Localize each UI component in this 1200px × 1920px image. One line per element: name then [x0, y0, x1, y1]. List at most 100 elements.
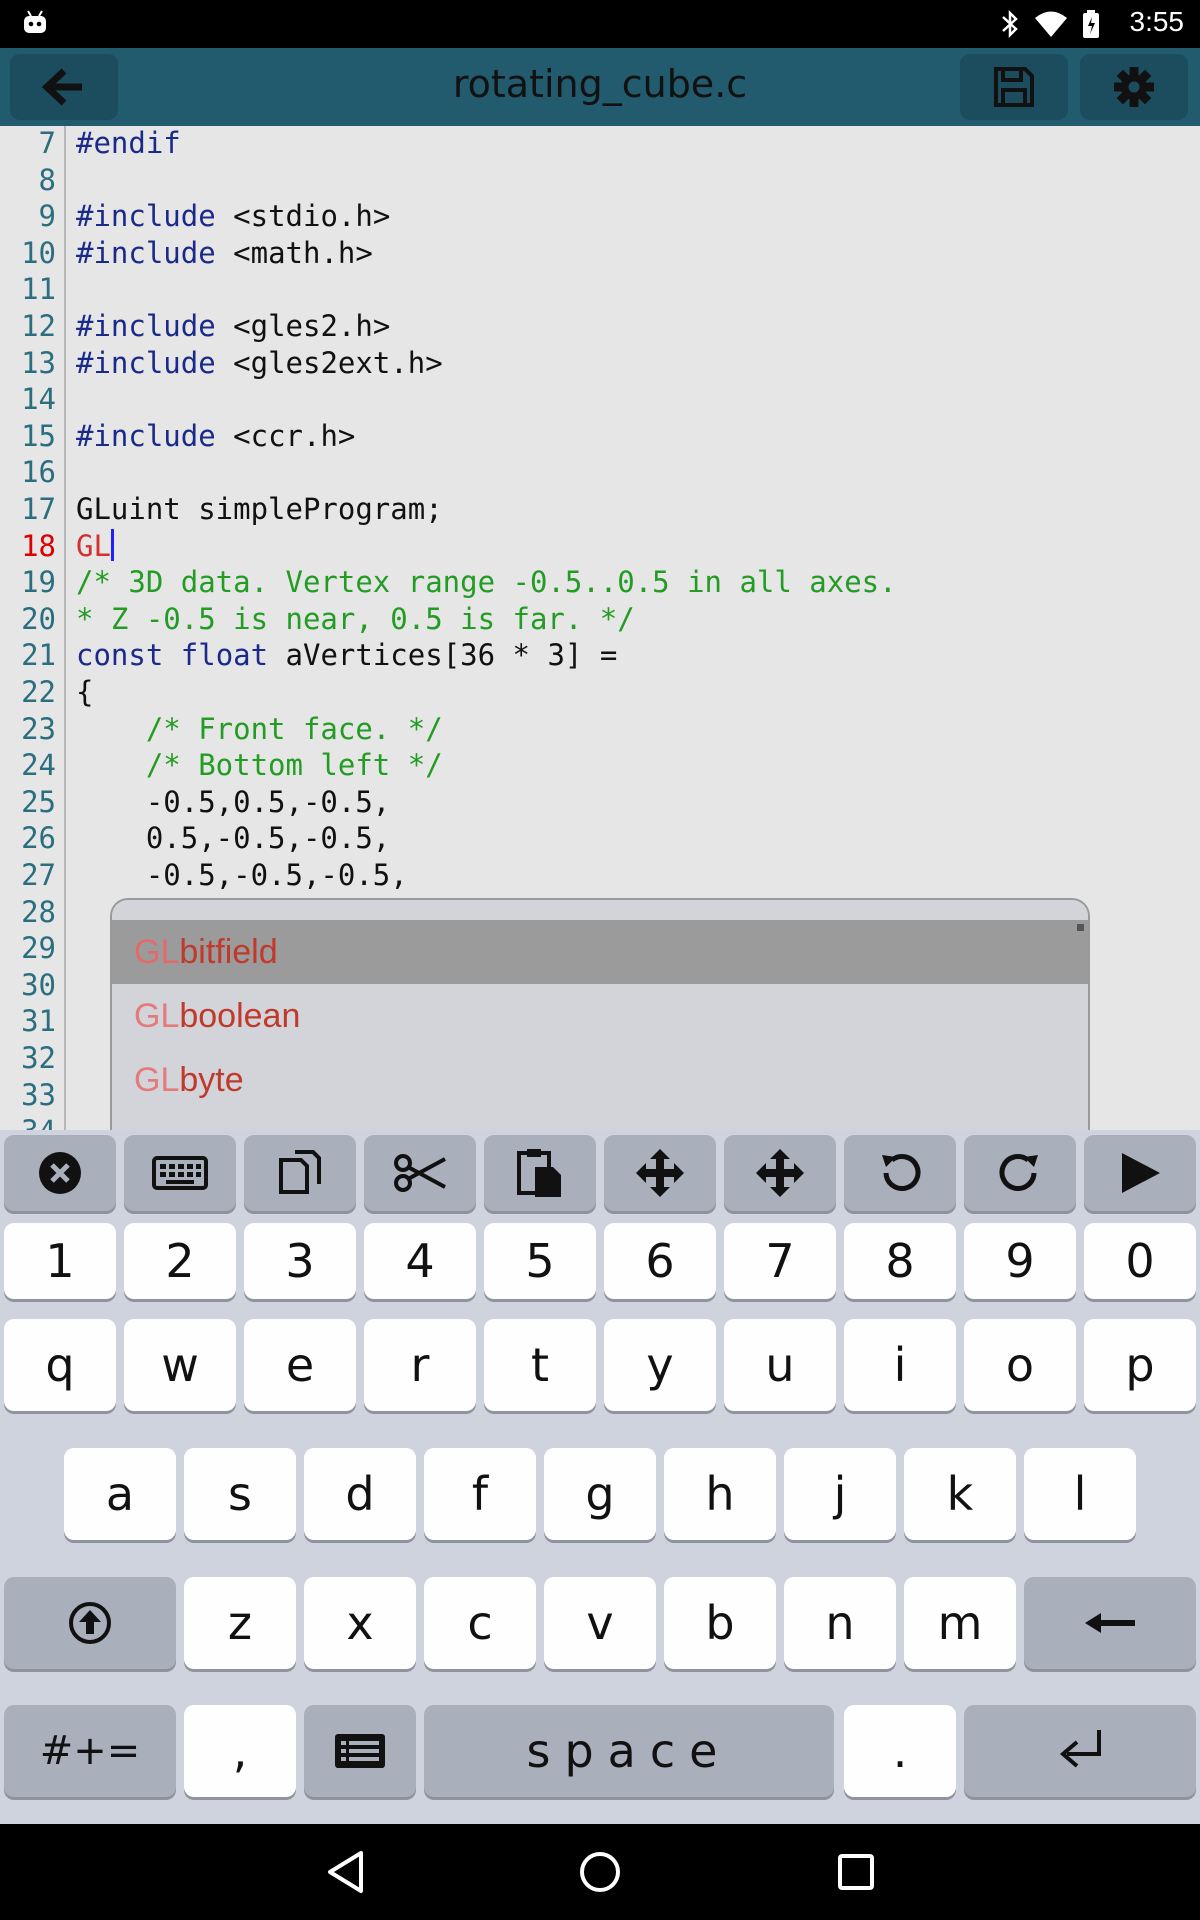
line-number: 27: [21, 858, 56, 892]
code-line[interactable]: /* 3D data. Vertex range -0.5..0.5 in al…: [76, 565, 897, 599]
key-k[interactable]: k: [904, 1448, 1016, 1540]
move-key[interactable]: [604, 1135, 716, 1211]
key-y[interactable]: y: [604, 1319, 716, 1411]
recents-nav-icon[interactable]: [836, 1852, 876, 1892]
code-line[interactable]: -0.5,0.5,-0.5,: [76, 785, 390, 819]
key-l[interactable]: l: [1024, 1448, 1136, 1540]
key-label: r: [410, 1338, 430, 1392]
key-0[interactable]: 0: [1084, 1223, 1196, 1299]
copy-key[interactable]: [244, 1135, 356, 1211]
key-comma[interactable]: ,: [184, 1705, 296, 1797]
key-m[interactable]: m: [904, 1577, 1016, 1669]
backspace-key[interactable]: [1024, 1577, 1196, 1669]
keyboard-key[interactable]: [124, 1135, 236, 1211]
space-key[interactable]: space: [424, 1705, 834, 1797]
run-icon: [1122, 1153, 1160, 1193]
key-d[interactable]: d: [304, 1448, 416, 1540]
code-line[interactable]: #include <math.h>: [76, 236, 373, 270]
key-a[interactable]: a: [64, 1448, 176, 1540]
key-label: 3: [285, 1234, 315, 1288]
redo-key[interactable]: [964, 1135, 1076, 1211]
code-line[interactable]: GLuint simpleProgram;: [76, 492, 443, 526]
key-g[interactable]: g: [544, 1448, 656, 1540]
paste-key[interactable]: [484, 1135, 596, 1211]
key-period[interactable]: .: [844, 1705, 956, 1797]
code-line[interactable]: #endif: [76, 126, 181, 160]
settings-button[interactable]: [1080, 54, 1188, 120]
line-number: 19: [21, 565, 56, 600]
key-label: t: [530, 1338, 550, 1392]
key-r[interactable]: r: [364, 1319, 476, 1411]
key-u[interactable]: u: [724, 1319, 836, 1411]
key-1[interactable]: 1: [4, 1223, 116, 1299]
code-line[interactable]: const float aVertices[36 * 3] =: [76, 638, 617, 672]
key-8[interactable]: 8: [844, 1223, 956, 1299]
shift-icon: [69, 1602, 111, 1644]
key-p[interactable]: p: [1084, 1319, 1196, 1411]
key-h[interactable]: h: [664, 1448, 776, 1540]
line-number: 16: [21, 455, 56, 490]
key-n[interactable]: n: [784, 1577, 896, 1669]
back-button[interactable]: [10, 54, 118, 120]
key-w[interactable]: w: [124, 1319, 236, 1411]
suggestion-item[interactable]: GLbitfield: [112, 920, 1088, 984]
key-3[interactable]: 3: [244, 1223, 356, 1299]
code-line[interactable]: /* Bottom left */: [76, 748, 443, 782]
key-t[interactable]: t: [484, 1319, 596, 1411]
code-line[interactable]: #include <stdio.h>: [76, 199, 390, 233]
code-line[interactable]: #include <gles2ext.h>: [76, 346, 443, 380]
suggestion-item[interactable]: GLbyte: [112, 1048, 1088, 1112]
suggestion-item[interactable]: GLboolean: [112, 984, 1088, 1048]
close-key[interactable]: [4, 1135, 116, 1211]
key-9[interactable]: 9: [964, 1223, 1076, 1299]
save-button[interactable]: [960, 54, 1068, 120]
key-v[interactable]: v: [544, 1577, 656, 1669]
status-bar: 3:55: [0, 0, 1200, 48]
code-line[interactable]: -0.5,-0.5,-0.5,: [76, 858, 408, 892]
key-z[interactable]: z: [184, 1577, 296, 1669]
gear-icon: [1114, 67, 1154, 107]
code-line[interactable]: 0.5,-0.5,-0.5,: [76, 821, 390, 855]
key-f[interactable]: f: [424, 1448, 536, 1540]
code-token: <gles2.h>: [215, 309, 391, 343]
code-line[interactable]: GL: [76, 528, 114, 563]
key-b[interactable]: b: [664, 1577, 776, 1669]
key-4[interactable]: 4: [364, 1223, 476, 1299]
undo-key[interactable]: [844, 1135, 956, 1211]
key-2[interactable]: 2: [124, 1223, 236, 1299]
key-7[interactable]: 7: [724, 1223, 836, 1299]
code-token: aVertices[36 * 3] =: [268, 638, 618, 673]
key-q[interactable]: q: [4, 1319, 116, 1411]
line-number: 11: [21, 272, 56, 307]
key-s[interactable]: s: [184, 1448, 296, 1540]
key-5[interactable]: 5: [484, 1223, 596, 1299]
key-x[interactable]: x: [304, 1577, 416, 1669]
key-i[interactable]: i: [844, 1319, 956, 1411]
code-line[interactable]: * Z -0.5 is near, 0.5 is far. */: [76, 602, 635, 636]
keyboard-switch-key[interactable]: [304, 1705, 416, 1797]
key-j[interactable]: j: [784, 1448, 896, 1540]
code-line[interactable]: #include <ccr.h>: [76, 419, 355, 453]
undo-icon: [882, 1154, 921, 1191]
key-c[interactable]: c: [424, 1577, 536, 1669]
key-label: 9: [1005, 1234, 1035, 1288]
symbols-key[interactable]: #+=: [4, 1705, 176, 1797]
shift-key[interactable]: [4, 1577, 176, 1669]
home-nav-icon[interactable]: [578, 1850, 622, 1894]
line-number-gutter: 7 8 9 10 11 12 13 14 15 16 17 18 19 20 21 22 23 24 25 26 27 2…: [0, 126, 66, 1130]
code-line[interactable]: /* Front face. */: [76, 712, 443, 746]
key-e[interactable]: e: [244, 1319, 356, 1411]
key-o[interactable]: o: [964, 1319, 1076, 1411]
key-label: #+=: [39, 1728, 141, 1774]
cut-key[interactable]: [364, 1135, 476, 1211]
key-6[interactable]: 6: [604, 1223, 716, 1299]
code-line[interactable]: {: [76, 675, 93, 709]
autocomplete-popup: GLbitfield GLboolean GLbyte: [110, 898, 1090, 1140]
key-label: .: [892, 1724, 908, 1778]
code-token: GL: [76, 528, 111, 563]
run-key[interactable]: [1084, 1135, 1196, 1211]
enter-key[interactable]: [964, 1705, 1196, 1797]
back-nav-icon[interactable]: [325, 1850, 365, 1894]
move-alt-key[interactable]: [724, 1135, 836, 1211]
code-line[interactable]: #include <gles2.h>: [76, 309, 390, 343]
